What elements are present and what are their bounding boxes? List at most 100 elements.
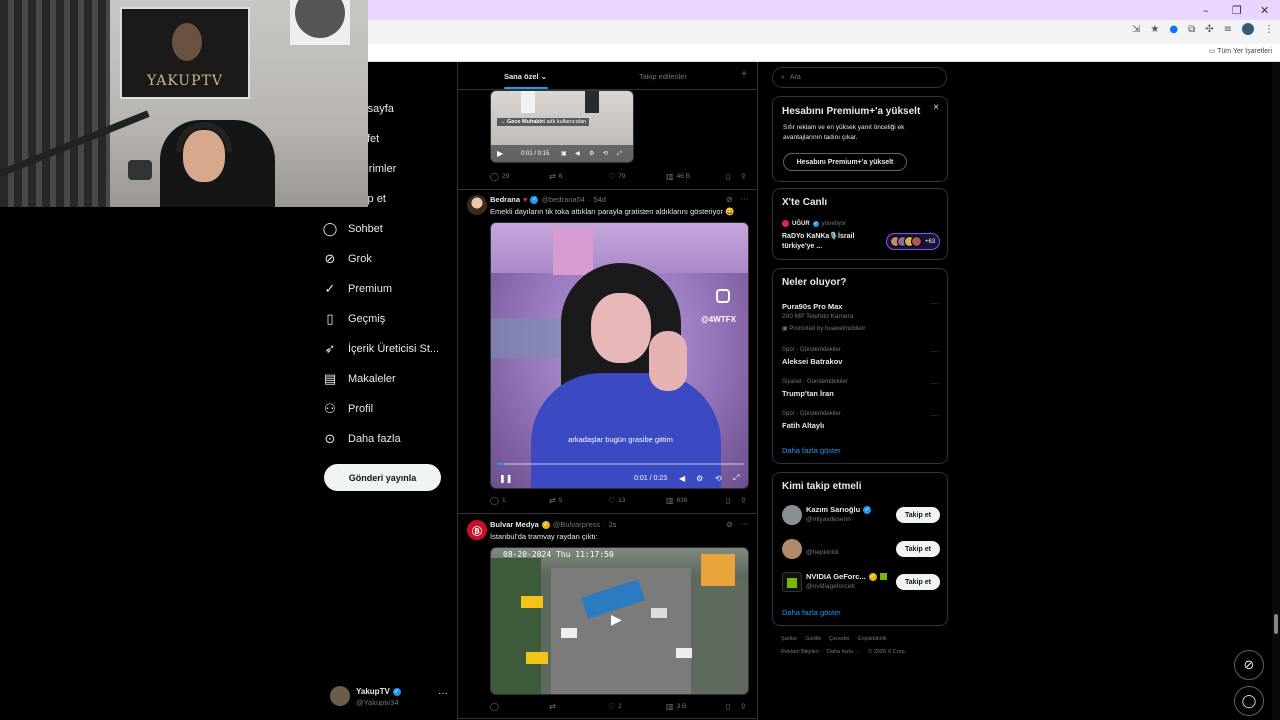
maximize-button[interactable]: ❐ — [1232, 4, 1242, 17]
live-space-title-1[interactable]: RaDYo KaNKa🎙️İsrail — [782, 232, 854, 240]
settings-icon[interactable]: ⚙ — [589, 150, 594, 157]
nav-item-grok[interactable]: ⊘ Grok — [322, 246, 372, 272]
close-icon[interactable]: × — [933, 102, 939, 113]
views-action[interactable]: ▥ 638 — [666, 496, 687, 505]
video-progress-track[interactable] — [497, 463, 744, 465]
share-action[interactable]: ⇪ — [740, 702, 747, 711]
account-switcher[interactable]: YakupTV ✓ @Yakuptv34 ··· — [330, 686, 450, 710]
profile-avatar[interactable] — [1242, 23, 1254, 35]
tweet0-video[interactable]: → Gece Muhabiri adlı kullanıcıdan ▶ 0:01… — [490, 90, 634, 163]
extensions-puzzle-icon[interactable]: ✣ — [1205, 24, 1213, 35]
trend-more-icon[interactable]: ··· — [931, 379, 939, 388]
all-bookmarks-link[interactable]: ▭ Tüm Yer İşaretleri — [1209, 47, 1272, 55]
trends-show-more-link[interactable]: Daha fazla göster — [782, 446, 841, 455]
search-input[interactable]: ⌕ Ara — [772, 67, 947, 88]
extension-icon[interactable]: ⧉ — [1188, 24, 1195, 35]
footer-link[interactable]: Şartlar — [781, 636, 797, 642]
messages-fab[interactable]: ◯ — [1234, 686, 1264, 716]
share-action[interactable]: ⇪ — [740, 496, 747, 505]
settings-icon[interactable]: ⚙ — [696, 474, 703, 483]
avatar[interactable] — [782, 539, 802, 559]
author-name[interactable]: Bedrana — [490, 195, 520, 204]
footer-link[interactable]: Çerezler — [829, 636, 850, 642]
captions-icon[interactable]: ▣ — [561, 150, 567, 157]
minimize-button[interactable]: – — [1203, 4, 1209, 17]
media-icon[interactable]: ≡ — [1224, 24, 1232, 35]
scrollbar[interactable] — [1272, 62, 1280, 720]
pause-icon[interactable]: ❚❚ — [499, 474, 512, 483]
tweet1-video[interactable]: @4WTFX arkadaşlar bugün grasibe gittim ❚… — [490, 222, 749, 489]
volume-icon[interactable]: ◀ — [575, 150, 580, 157]
grok-icon[interactable]: ⊘ — [726, 195, 733, 204]
like-action[interactable]: ♡ 13 — [608, 496, 625, 505]
grok-fab[interactable]: ⊘ — [1234, 650, 1264, 680]
avatar[interactable] — [782, 572, 802, 592]
post-button[interactable]: Gönderi yayınla — [324, 464, 441, 491]
bookmark-action[interactable]: ▯ — [726, 702, 730, 711]
trend-name[interactable]: Pura90s Pro Max — [782, 302, 842, 311]
repost-action[interactable]: ⇄ — [549, 702, 559, 711]
follow-name[interactable]: NVIDIA GeForc... — [806, 572, 866, 581]
trend-name[interactable]: Trump'tan İran — [782, 389, 834, 398]
avatar[interactable]: Ⓑ — [467, 520, 487, 540]
account-more-icon[interactable]: ··· — [438, 688, 448, 699]
footer-link[interactable]: Reklam Bilgileri — [781, 649, 819, 655]
tweet2-video[interactable]: 08-20-2024 Thu 11:17:50 ▶ — [490, 547, 749, 695]
play-icon[interactable]: ▶ — [611, 612, 622, 628]
repost-action[interactable]: ⇄ 8 — [549, 172, 562, 181]
live-space-title-2[interactable]: türkiye'ye ... — [782, 243, 822, 250]
tab-following[interactable]: Takip edilenler — [639, 72, 687, 81]
fullscreen-icon[interactable]: ⤢ — [617, 150, 622, 158]
follow-show-more-link[interactable]: Daha fazla göster — [782, 608, 841, 617]
scrollbar-thumb[interactable] — [1274, 614, 1278, 634]
more-icon[interactable]: ··· — [741, 195, 749, 204]
volume-icon[interactable]: ◀ — [679, 474, 685, 483]
reply-action[interactable]: ◯ 29 — [490, 172, 509, 181]
star-icon[interactable]: ★ — [1150, 24, 1159, 35]
repost-action[interactable]: ⇄ 5 — [549, 496, 562, 505]
like-action[interactable]: ♡ 79 — [608, 172, 625, 181]
extension-blue-icon[interactable]: ● — [1169, 24, 1178, 35]
tweet-time[interactable]: 2s — [609, 520, 617, 529]
loop-icon[interactable]: ⟲ — [603, 150, 608, 157]
more-icon[interactable]: ··· — [741, 520, 749, 529]
nav-item-creator-studio[interactable]: ➶ İçerik Üreticisi St... — [322, 336, 440, 362]
grok-icon[interactable]: ⊘ — [726, 520, 733, 529]
trend-more-icon[interactable]: ··· — [931, 411, 939, 420]
views-action[interactable]: ▥ 46 B — [666, 172, 690, 181]
views-action[interactable]: ▥ 3 B — [666, 702, 686, 711]
nav-item-more[interactable]: ⊙ Daha fazla — [322, 426, 401, 452]
tab-for-you[interactable]: Sana özel ⌄ — [504, 72, 547, 81]
close-window-button[interactable]: ✕ — [1260, 4, 1269, 17]
footer-link[interactable]: Gizlilik — [805, 636, 821, 642]
fullscreen-icon[interactable]: ⤢ — [733, 473, 739, 483]
nav-item-bookmarks[interactable]: ▯ Geçmiş — [322, 306, 385, 332]
premium-upgrade-button[interactable]: Hesabını Premium+'a yükselt — [783, 153, 907, 171]
like-action[interactable]: ♡ 2 — [608, 702, 622, 711]
trend-name[interactable]: Aleksei Batrakov — [782, 357, 842, 366]
bookmark-action[interactable]: ▯ — [726, 496, 730, 505]
follow-button[interactable]: Takip et — [896, 507, 940, 523]
avatar[interactable] — [782, 505, 802, 525]
footer-link[interactable]: Daha fazla ··· — [827, 649, 860, 655]
play-icon[interactable]: ▶ — [497, 149, 503, 158]
bookmark-action[interactable]: ▯ — [726, 172, 730, 181]
listeners-pill[interactable]: +63 — [886, 233, 940, 250]
follow-name[interactable]: Kazım Sarıoğlu — [806, 505, 860, 514]
follow-button[interactable]: Takip et — [896, 574, 940, 590]
author-name[interactable]: Bulvar Medya — [490, 520, 539, 529]
nav-item-articles[interactable]: ▤ Makaleler — [322, 366, 396, 392]
add-feed-icon[interactable]: + — [741, 69, 747, 80]
nav-item-premium[interactable]: ✓ Premium — [322, 276, 392, 302]
reply-action[interactable]: ◯ 1 — [490, 496, 506, 505]
trend-more-icon[interactable]: ··· — [931, 299, 939, 308]
share-action[interactable]: ⇪ — [740, 172, 747, 181]
trend-name[interactable]: Fatih Altaylı — [782, 421, 824, 430]
install-icon[interactable]: ⇲ — [1132, 24, 1140, 35]
follow-button[interactable]: Takip et — [896, 541, 940, 557]
loop-icon[interactable]: ⟲ — [715, 474, 722, 483]
reply-action[interactable]: ◯ — [490, 702, 502, 711]
avatar[interactable] — [467, 195, 487, 215]
nav-item-chat[interactable]: ◯ Sohbet — [322, 216, 383, 242]
footer-link[interactable]: Erişilebilirlik — [858, 636, 887, 642]
